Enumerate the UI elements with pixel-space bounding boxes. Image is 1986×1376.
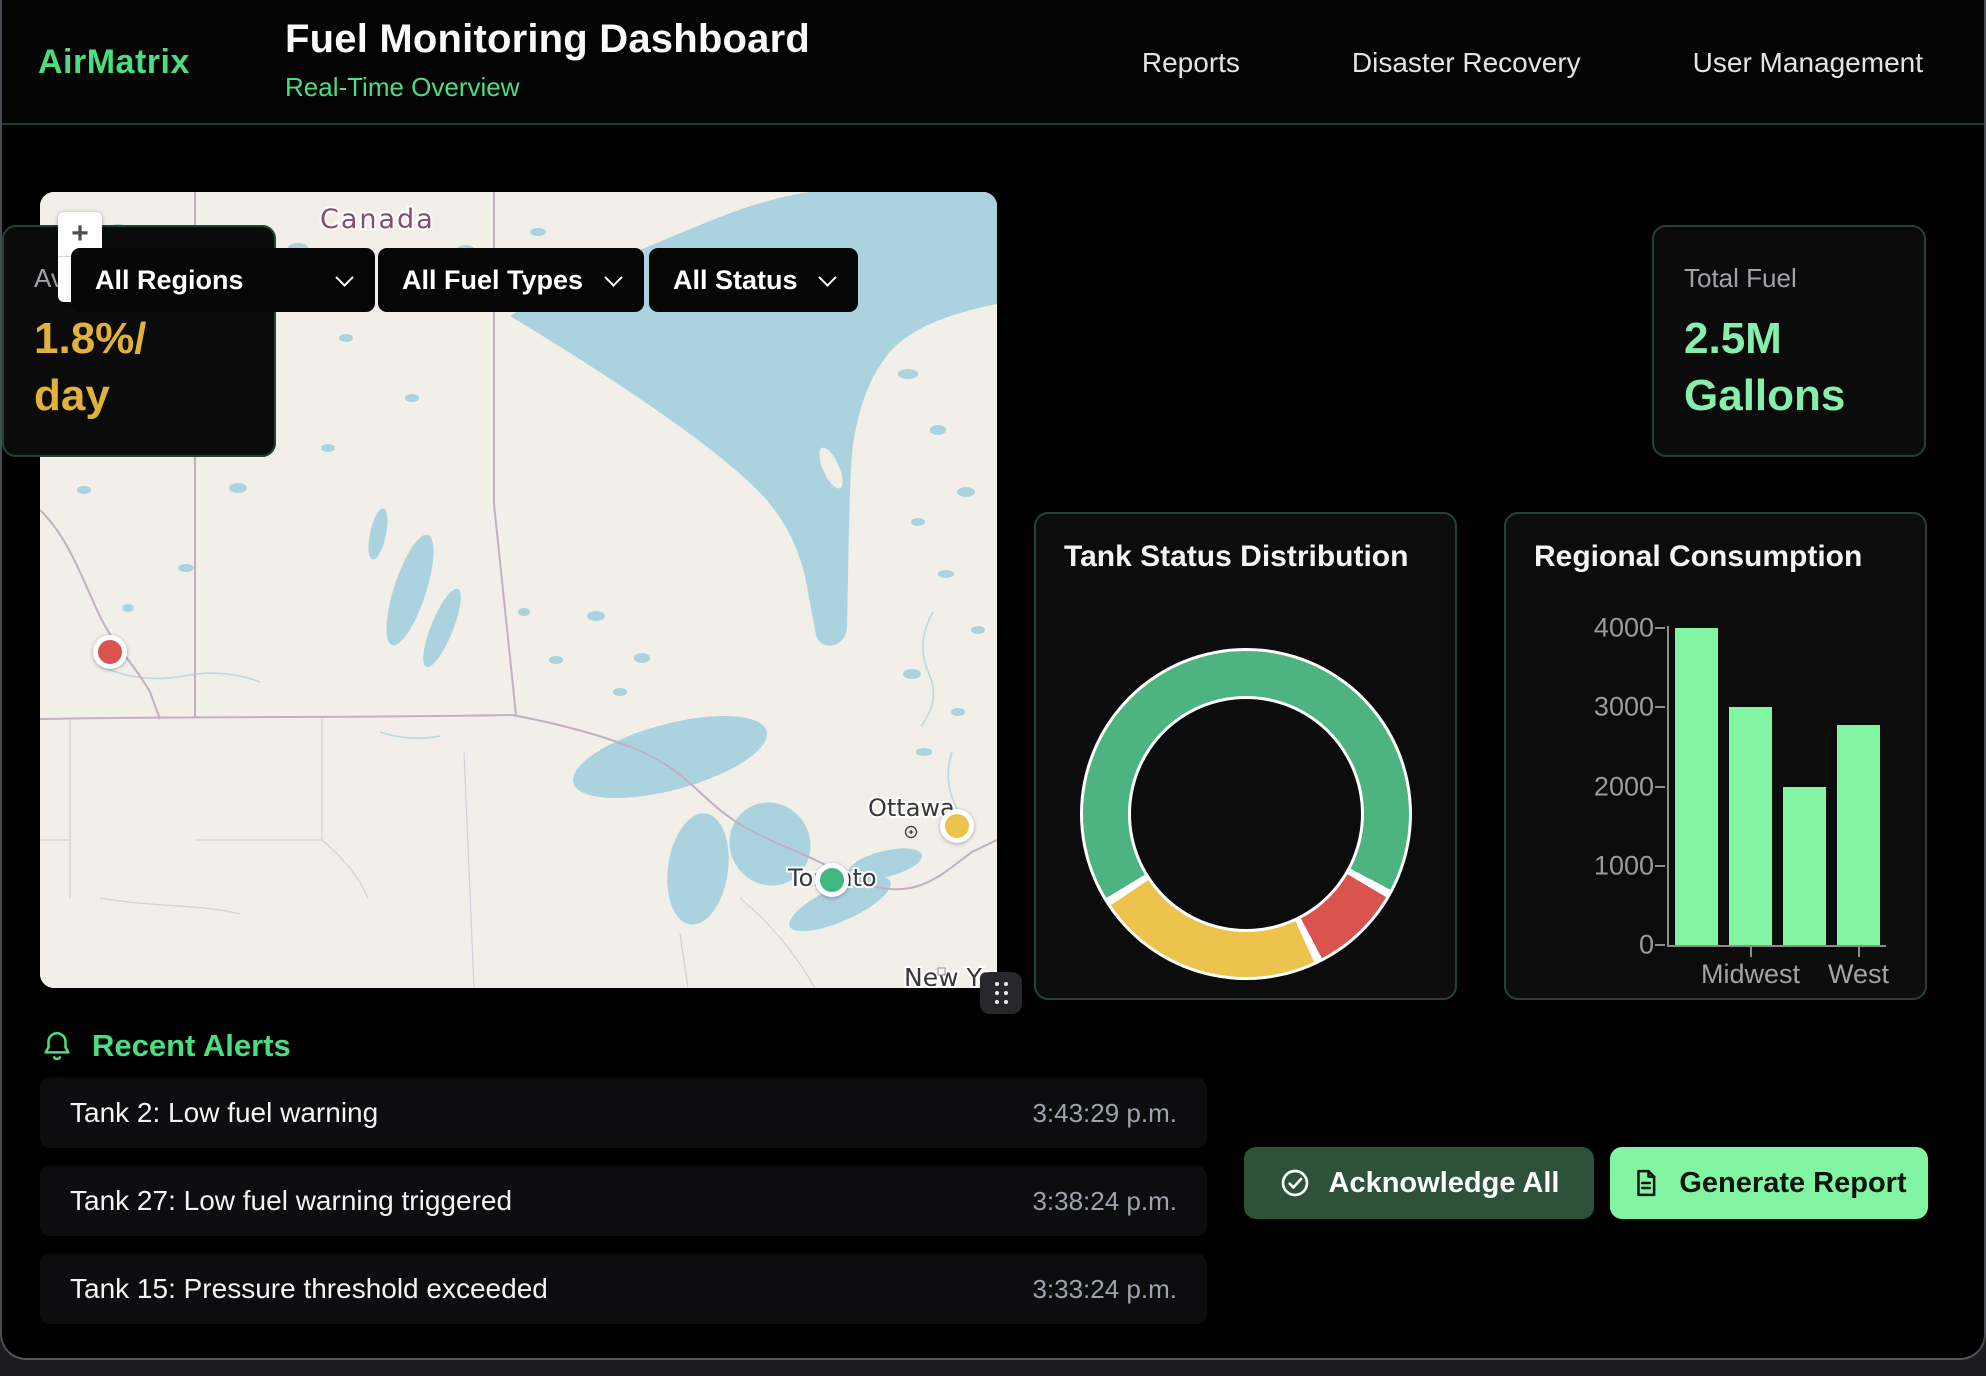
donut-chart <box>1080 648 1412 980</box>
tank-marker-normal[interactable] <box>815 863 849 897</box>
nav-item-user-management[interactable]: User Management <box>1693 47 1923 79</box>
stat-value: 2.5MGallons <box>1684 310 1894 424</box>
status-filter-dropdown[interactable]: All Status <box>649 248 858 312</box>
tank-marker-warning[interactable] <box>940 809 974 843</box>
dashboard-app: AirMatrix Fuel Monitoring Dashboard Real… <box>0 0 1986 1360</box>
region-filter-value: All Regions <box>95 265 244 296</box>
main-nav: Reports Disaster Recovery User Managemen… <box>1142 0 1923 125</box>
y-tick-mark <box>1655 944 1665 946</box>
y-tick-mark <box>1655 865 1665 867</box>
donut-hole <box>1128 696 1364 932</box>
chevron-down-icon <box>818 268 836 286</box>
map-label-canada: Canada <box>320 204 435 235</box>
tank-status-card: Tank Status Distribution <box>1034 512 1457 1000</box>
fuel-type-filter-dropdown[interactable]: All Fuel Types <box>378 248 644 312</box>
alert-time: 3:43:29 p.m. <box>1032 1098 1177 1129</box>
tank-marker-critical[interactable] <box>93 635 127 669</box>
page-title: Fuel Monitoring Dashboard <box>285 17 810 62</box>
stat-value: 1.8%/day <box>34 310 244 424</box>
page-subtitle: Real-Time Overview <box>285 72 810 103</box>
stat-card-total-fuel: Total Fuel 2.5MGallons <box>1652 225 1926 457</box>
alert-time: 3:38:24 p.m. <box>1032 1186 1177 1217</box>
bar <box>1837 725 1880 945</box>
header: AirMatrix Fuel Monitoring Dashboard Real… <box>2 0 1984 125</box>
chevron-down-icon <box>604 268 622 286</box>
brand-logo: AirMatrix <box>38 0 190 125</box>
nav-item-reports[interactable]: Reports <box>1142 47 1240 79</box>
stat-label: Total Fuel <box>1684 263 1894 294</box>
map-area: Canada Ottawa Toronto New York + − All <box>40 192 997 988</box>
y-tick-mark <box>1655 786 1665 788</box>
y-tick-label: 1000 <box>1514 850 1654 881</box>
alerts-header: Recent Alerts <box>40 1028 291 1064</box>
generate-report-button[interactable]: Generate Report <box>1610 1147 1928 1219</box>
alert-row[interactable]: Tank 15: Pressure threshold exceeded 3:3… <box>40 1254 1207 1324</box>
resize-grip-icon[interactable] <box>980 972 1022 1014</box>
alert-text: Tank 27: Low fuel warning triggered <box>70 1185 512 1217</box>
bar <box>1783 787 1826 946</box>
alert-time: 3:33:24 p.m. <box>1032 1274 1177 1305</box>
alert-text: Tank 15: Pressure threshold exceeded <box>70 1273 548 1305</box>
bar <box>1729 707 1772 945</box>
x-tick-label: West <box>1828 959 1889 990</box>
x-tick-label: Midwest <box>1701 959 1800 990</box>
acknowledge-all-button[interactable]: Acknowledge All <box>1244 1147 1594 1219</box>
x-tick-mark <box>1858 947 1860 957</box>
y-tick-label: 0 <box>1514 930 1654 961</box>
alerts-title: Recent Alerts <box>92 1028 291 1064</box>
y-tick-label: 3000 <box>1514 692 1654 723</box>
x-axis-line <box>1667 945 1886 947</box>
y-tick-mark <box>1655 706 1665 708</box>
region-filter-dropdown[interactable]: All Regions <box>71 248 375 312</box>
check-circle-icon <box>1279 1167 1311 1199</box>
y-tick-label: 4000 <box>1514 613 1654 644</box>
alert-row[interactable]: Tank 2: Low fuel warning 3:43:29 p.m. <box>40 1078 1207 1148</box>
alert-text: Tank 2: Low fuel warning <box>70 1097 378 1129</box>
y-tick-label: 2000 <box>1514 771 1654 802</box>
alert-row[interactable]: Tank 27: Low fuel warning triggered 3:38… <box>40 1166 1207 1236</box>
fuel-type-filter-value: All Fuel Types <box>402 265 583 296</box>
nav-item-disaster-recovery[interactable]: Disaster Recovery <box>1352 47 1581 79</box>
chevron-down-icon <box>335 268 353 286</box>
bar <box>1675 628 1718 945</box>
donut-chart-title: Tank Status Distribution <box>1064 540 1408 574</box>
bar-plot <box>1669 628 1886 945</box>
y-tick-mark <box>1655 627 1665 629</box>
tank-map[interactable]: Canada Ottawa Toronto New York + − All <box>40 192 997 988</box>
x-tick-mark <box>1750 947 1752 957</box>
report-document-icon <box>1631 1168 1661 1198</box>
status-filter-value: All Status <box>673 265 798 296</box>
title-block: Fuel Monitoring Dashboard Real-Time Over… <box>285 17 810 103</box>
regional-consumption-card: Regional Consumption 01000200030004000Mi… <box>1504 512 1927 1000</box>
bell-icon <box>40 1029 74 1063</box>
newyork-town-icon <box>938 968 945 975</box>
